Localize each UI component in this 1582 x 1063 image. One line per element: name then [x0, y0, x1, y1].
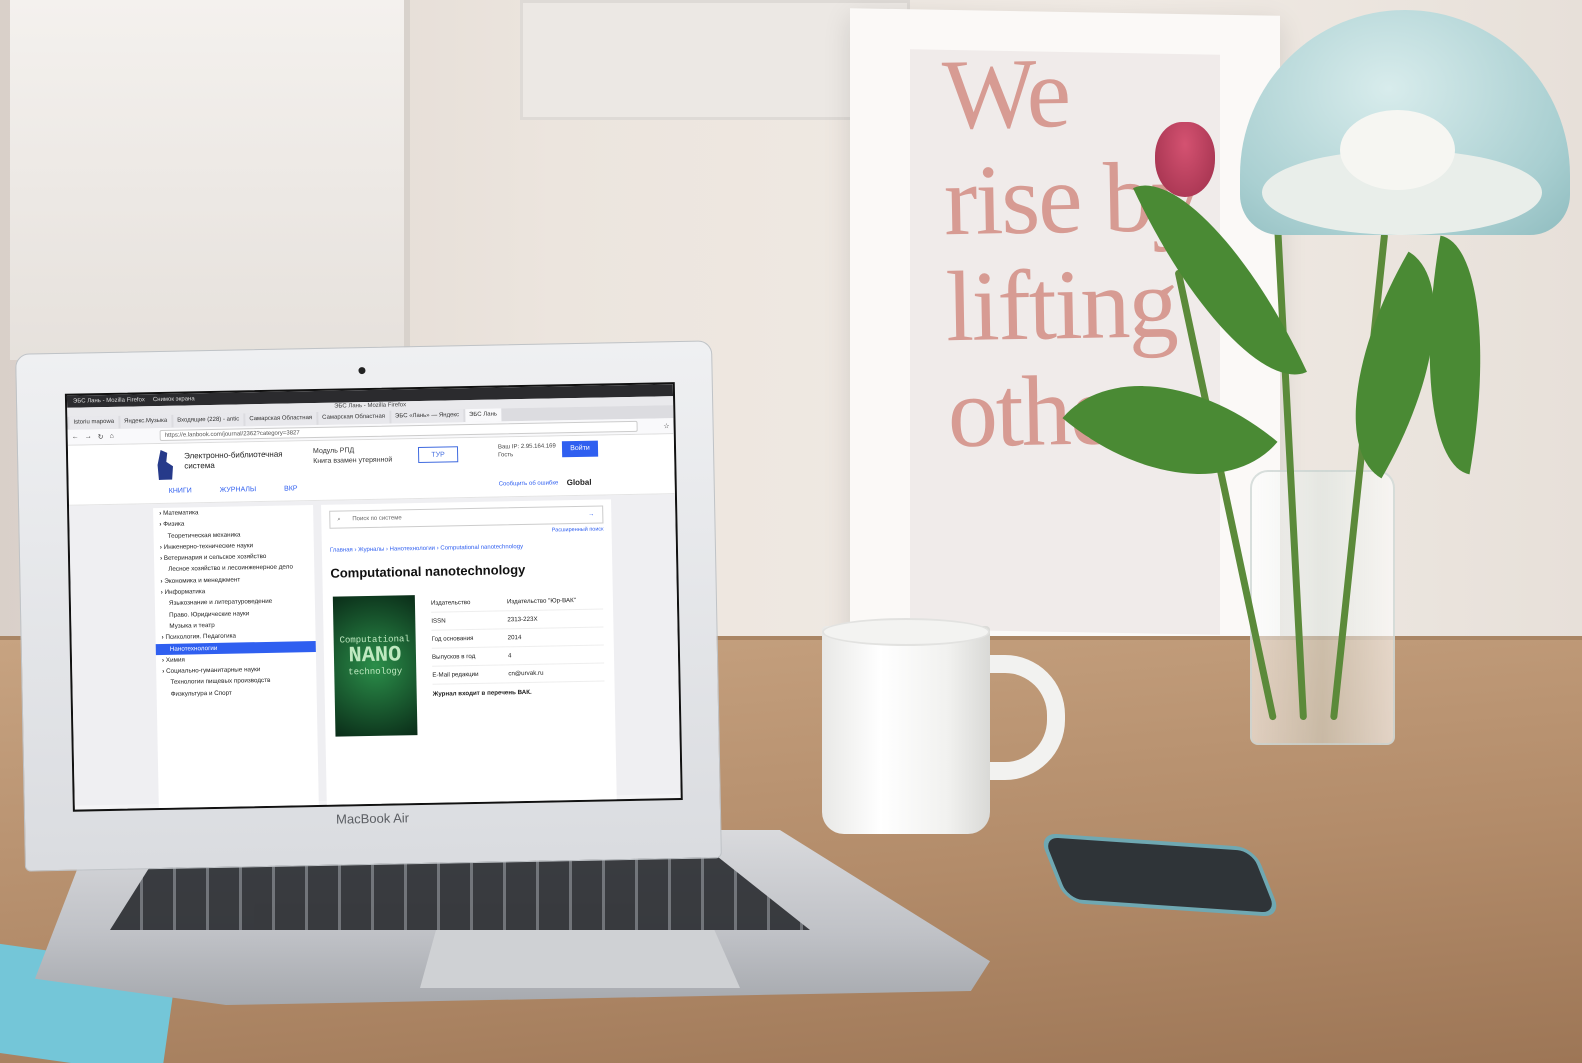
- report-error-link[interactable]: Сообщить об ошибке: [499, 480, 559, 487]
- poster-line: lifting: [944, 247, 1178, 363]
- search-submit-icon[interactable]: →: [588, 507, 594, 524]
- poster-line: We: [941, 37, 1070, 151]
- info-value: 4: [507, 652, 512, 660]
- journal-cover[interactable]: Computational NANO technology: [332, 595, 418, 737]
- tour-button[interactable]: ТУР: [417, 446, 459, 464]
- browser-tab[interactable]: Самарская Областная: [318, 410, 390, 425]
- forward-icon[interactable]: →: [85, 433, 92, 440]
- journal-info: Издательство Издательство "Юр-ВАК" ISSN …: [430, 591, 605, 698]
- laptop-lid: MacBook Air ЭБС Лань - Mozilla Firefox С…: [15, 340, 722, 872]
- browser-tab[interactable]: Самарская Областная: [245, 411, 317, 427]
- page-content: Математика Физика Теоретическая механика…: [69, 494, 681, 809]
- menu-vkr[interactable]: ВКР: [284, 485, 298, 492]
- taskbar-item[interactable]: Снимок экрана: [153, 393, 195, 406]
- door: [10, 0, 410, 360]
- info-value: 2014: [507, 634, 522, 642]
- site-name: Электронно-библиотечная система: [184, 449, 283, 471]
- info-key: Выпусков в год: [431, 652, 476, 661]
- lan-logo[interactable]: [154, 450, 177, 480]
- cover-line: NANO: [348, 642, 402, 669]
- home-icon[interactable]: ⌂: [110, 433, 114, 440]
- laptop-screen: ЭБС Лань - Mozilla Firefox Снимок экрана…: [64, 382, 683, 812]
- bookmark-icon[interactable]: ☆: [663, 422, 669, 430]
- category-item[interactable]: Физкультура и Спорт: [157, 686, 317, 700]
- category-sidebar: Математика Физика Теоретическая механика…: [153, 505, 319, 809]
- lamp-bulb: [1340, 110, 1455, 190]
- guest-label: Гость: [498, 452, 514, 459]
- menu-journals[interactable]: ЖУРНАЛЫ: [220, 486, 257, 494]
- trackpad: [420, 930, 740, 988]
- browser-tab[interactable]: Istoriu mapowa: [69, 415, 119, 430]
- replacement-book-link[interactable]: Книга взамен утерянной: [313, 456, 392, 468]
- info-key: Год основания: [431, 634, 474, 643]
- journal-panel: ⌕ Поиск по системе → Расширенный поиск Г…: [321, 499, 617, 805]
- breadcrumb[interactable]: Главная › Журналы › Нанотехнологии › Com…: [330, 542, 604, 554]
- ip-label: Ваш IP: 2.95.164.169: [497, 443, 556, 451]
- info-row: E-Mail редакции cn@urvak.ru: [432, 663, 605, 685]
- browser-tab[interactable]: Яндекс.Музыка: [119, 414, 172, 429]
- camera-icon: [358, 367, 366, 375]
- info-key: ISSN: [431, 617, 446, 625]
- advanced-search-link[interactable]: Расширенный поиск: [330, 526, 604, 537]
- search-icon: ⌕: [337, 516, 341, 523]
- journal-title: Computational nanotechnology: [330, 561, 526, 581]
- info-value[interactable]: cn@urvak.ru: [508, 665, 543, 683]
- info-key: Издательство: [430, 599, 471, 607]
- tulip: [1155, 122, 1215, 197]
- global-logo[interactable]: Global: [567, 478, 592, 487]
- info-key: E-Mail редакции: [432, 670, 479, 679]
- browser-tab[interactable]: Входящие (228) - antic: [173, 413, 244, 428]
- reload-icon[interactable]: ↻: [98, 433, 104, 441]
- search-input[interactable]: ⌕ Поиск по системе →: [329, 505, 604, 529]
- header-links: Модуль РПД Книга взамен утерянной: [313, 446, 392, 468]
- ip-info: Ваш IP: 2.95.164.169 Гость: [498, 442, 556, 459]
- info-value: 2313-223X: [507, 615, 538, 624]
- cover-line: technology: [348, 666, 403, 678]
- vak-note: Журнал входит в перечень ВАК.: [432, 688, 532, 698]
- search-placeholder: Поиск по системе: [352, 515, 402, 523]
- taskbar-item[interactable]: ЭБС Лань - Mozilla Firefox: [73, 394, 145, 407]
- login-button[interactable]: Войти: [561, 440, 599, 458]
- coffee-mug: [822, 626, 990, 834]
- menu-books[interactable]: КНИГИ: [169, 487, 192, 494]
- browser-tab[interactable]: ЭБС «Лань» — Яндекс: [390, 409, 464, 424]
- back-icon[interactable]: ←: [72, 434, 79, 441]
- info-value: Издательство "Юр-ВАК": [506, 597, 577, 606]
- browser-tab-active[interactable]: ЭБС Лань: [464, 408, 502, 423]
- main-menu: КНИГИ ЖУРНАЛЫ ВКР: [169, 485, 298, 494]
- mug-rim: [822, 618, 990, 646]
